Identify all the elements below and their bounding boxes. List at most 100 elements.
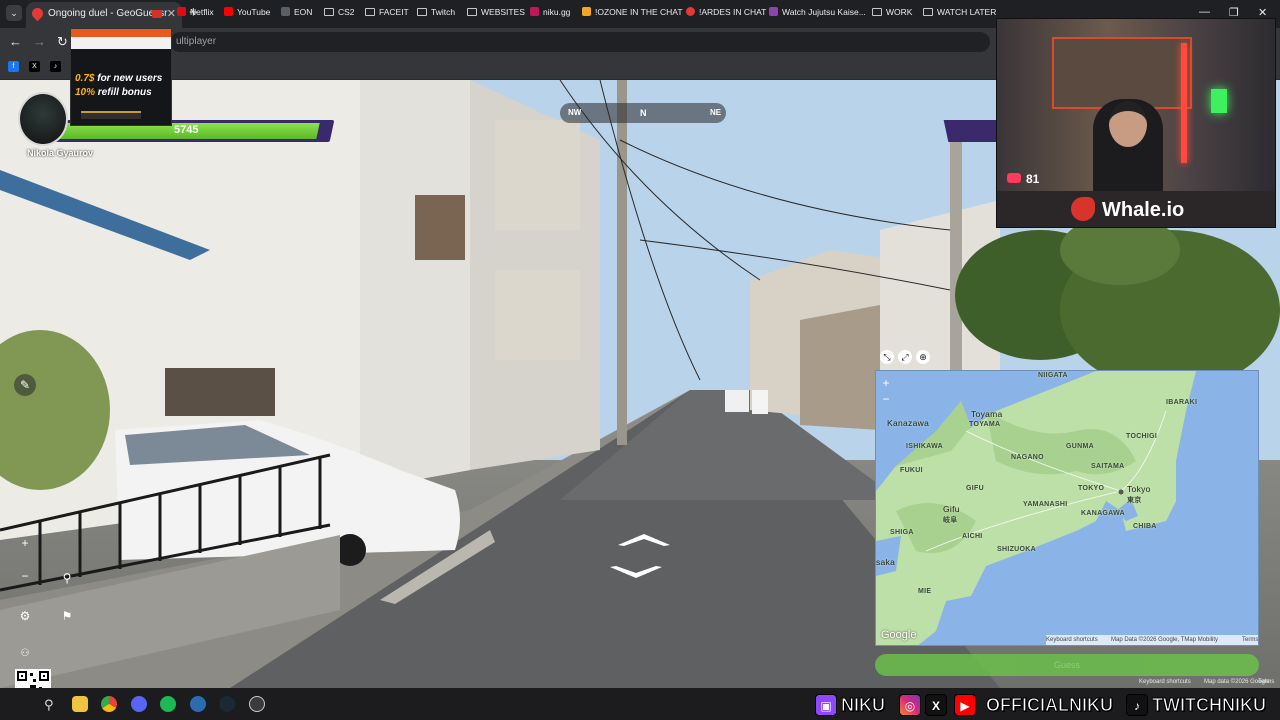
map-label-gifu-kanji: 岐阜 (943, 517, 958, 524)
players-icon[interactable]: ⚇ (14, 643, 36, 665)
map-label-tokyo-pref: TOKYO (1078, 485, 1105, 492)
bookmark-work[interactable]: WORK (872, 5, 912, 19)
minimize-icon[interactable]: — (1199, 6, 1210, 18)
map-expand-icon[interactable]: ⤡ (880, 350, 894, 364)
address-bar[interactable]: ultiplayer (170, 32, 990, 52)
tiktok-icon[interactable]: ♪ (50, 61, 61, 72)
map-footer: Keyboard shortcuts Map Data ©2026 Google… (1046, 635, 1258, 645)
bookmark-cs2[interactable]: CS2 (324, 5, 355, 19)
tab-geoguessr[interactable]: Ongoing duel - GeoGuessr ✕ (26, 2, 182, 28)
spotify-icon[interactable] (160, 696, 176, 712)
avatar (18, 92, 68, 146)
bookmark-twitch[interactable]: Twitch (417, 5, 455, 19)
map-label-saitama: SAITAMA (1091, 463, 1125, 470)
streamer-head (1109, 101, 1147, 147)
rifle-image (81, 111, 141, 119)
map-terms[interactable]: Terms (1242, 635, 1258, 645)
map-pin-icon[interactable]: ⊕ (916, 350, 930, 364)
youtube-icon (224, 7, 233, 16)
bookmark-ozone[interactable]: !OZONE IN THE CHAT (582, 5, 683, 19)
settings-icon[interactable]: ⚙ (14, 605, 36, 627)
folder-icon (923, 8, 933, 16)
reload-icon[interactable]: ↻ (57, 34, 68, 50)
eon-icon (281, 7, 290, 16)
folder-icon (417, 8, 427, 16)
map-zoom-in-icon[interactable]: + (879, 377, 893, 389)
search-icon[interactable]: ⚲ (44, 697, 54, 713)
map-label-gifu-city: Gifu (943, 504, 960, 514)
map-label-aichi: AICHI (962, 533, 983, 540)
zoom-out-icon[interactable]: − (14, 565, 36, 587)
folder-icon (365, 8, 375, 16)
ardes-icon (686, 7, 695, 16)
chrome-icon[interactable] (101, 696, 117, 712)
map-label-shizuoka: SHIZUOKA (997, 546, 1036, 553)
bookmark-youtube[interactable]: YouTube (224, 5, 270, 19)
back-icon[interactable]: ← (9, 34, 22, 49)
compass-right-label: NE (710, 108, 722, 117)
chat-icon[interactable]: ✎ (14, 374, 36, 396)
facebook-icon[interactable]: f (8, 61, 19, 72)
close-tab-icon[interactable]: ✕ (167, 2, 176, 26)
map-label-ibaraki: IBARAKI (1166, 399, 1198, 406)
instagram-icon: ◎ (899, 694, 921, 716)
map-keyboard-shortcuts[interactable]: Keyboard shortcuts (1046, 635, 1098, 645)
webcam-overlay: 81 Whale.io (996, 18, 1276, 228)
flag-icon[interactable]: ⚑ (56, 605, 78, 627)
compass-left-label: NW (568, 108, 582, 117)
map-label-kanagawa: KANAGAWA (1081, 510, 1126, 517)
map-shrink-icon[interactable]: ⤢ (898, 350, 912, 364)
steam-icon[interactable] (219, 696, 235, 712)
keyboard-shortcuts-link[interactable]: Keyboard shortcuts (1139, 679, 1191, 685)
sponsor-bar: Whale.io (997, 191, 1275, 227)
bookmark-ardes[interactable]: !ARDES IN CHAT (686, 5, 766, 19)
google-logo: Google (881, 629, 917, 641)
player-name: Nikola Gyaurov (27, 148, 94, 158)
app-icon[interactable] (190, 696, 206, 712)
bookmark-eon[interactable]: EON (281, 5, 312, 19)
file-explorer-icon[interactable] (72, 696, 88, 712)
discord-icon[interactable] (131, 696, 147, 712)
promo-ad[interactable]: 0.7$ for new users 10% refill bonus (70, 28, 172, 126)
bookmark-websites[interactable]: WEBSITES (467, 5, 525, 19)
map-label-toyama-city: Toyama (971, 409, 1003, 419)
map-label-kanazawa: Kanazawa (887, 418, 930, 428)
promo-flame (71, 29, 171, 37)
map-label-shiga: SHIGA (890, 529, 914, 536)
map-label-tochigi: TOCHIGI (1126, 433, 1158, 440)
map-label-ishikawa: ISHIKAWA (906, 443, 944, 450)
guess-button[interactable]: Guess (875, 654, 1259, 676)
tab-search-icon[interactable]: ⌄ (6, 5, 22, 21)
recording-icon (152, 10, 162, 18)
bookmark-niku-gg[interactable]: niku.gg (530, 5, 570, 19)
map-zoom-out-icon[interactable]: − (879, 393, 893, 405)
obs-icon[interactable] (249, 696, 265, 712)
youtube-brand-icon: ▶ (954, 694, 976, 716)
forward-icon[interactable]: → (33, 34, 46, 49)
map-label-mie: MIE (918, 588, 932, 595)
compass[interactable]: NW N NE (560, 103, 726, 123)
bookmark-netflix[interactable]: Netflix (177, 5, 214, 19)
x-icon[interactable]: X (29, 61, 40, 72)
tiktok-brand-icon: ♪ (1126, 694, 1148, 716)
heart-rate: 81 (1007, 172, 1039, 186)
terms-link[interactable]: Terms (1258, 679, 1274, 685)
zoom-in-icon[interactable]: + (14, 532, 36, 554)
map-label-fukui: FUKUI (900, 467, 923, 474)
twitch-handle: NIKU (841, 695, 886, 716)
folder-icon (467, 8, 477, 16)
bookmark-jujutsu[interactable]: Watch Jujutsu Kaise... (769, 5, 866, 19)
url-text: ultiplayer (176, 36, 217, 47)
bookmark-faceit[interactable]: FACEIT (365, 5, 409, 19)
sponsor-name: Whale.io (1102, 199, 1185, 221)
niku-icon (530, 7, 539, 16)
bookmark-watch-later[interactable]: WATCH LATER (923, 5, 996, 19)
folder-icon (324, 8, 334, 16)
guess-map[interactable]: + − NIIGATA Toyama TOYAMA Kanazawa ISHIK… (875, 370, 1259, 646)
jujutsu-icon (769, 7, 778, 16)
location-pin-icon[interactable]: ⚲ (56, 567, 78, 589)
heart-rate-icon (1007, 173, 1021, 183)
ozone-icon (582, 7, 591, 16)
map-label-gifu-pref: GIFU (966, 485, 984, 492)
tiktok-handle: TWITCHNIKU (1152, 695, 1267, 716)
